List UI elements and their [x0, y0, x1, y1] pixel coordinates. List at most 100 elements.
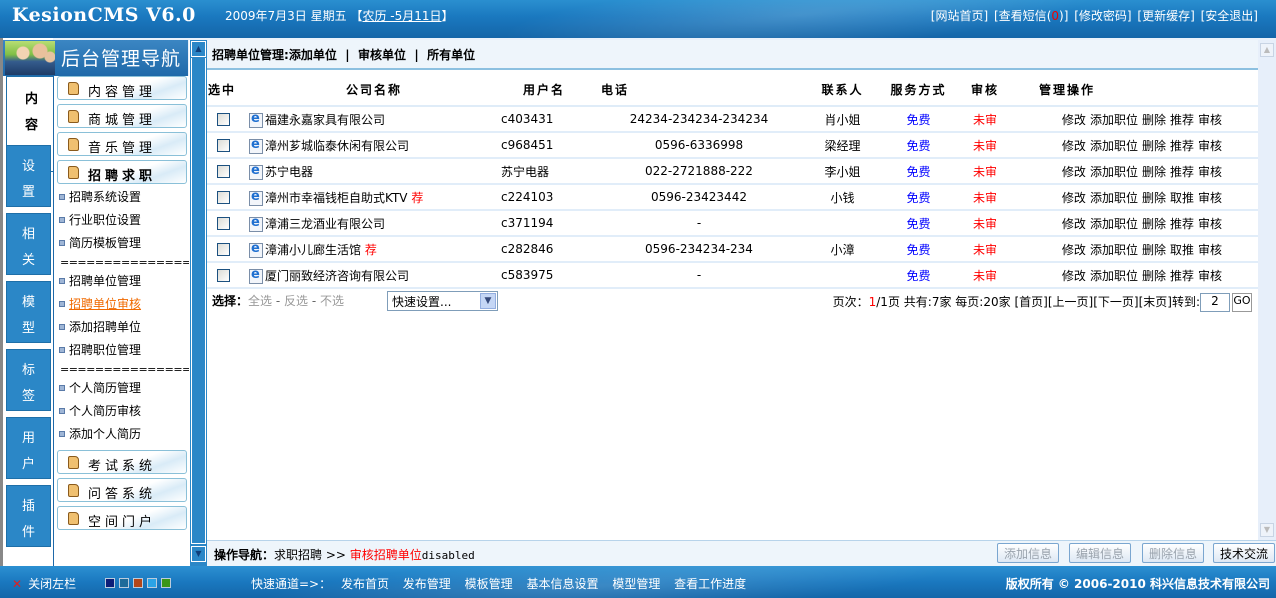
recommend-link[interactable]: 取推: [1170, 243, 1194, 257]
review-link[interactable]: 审核: [1198, 217, 1222, 231]
quick-settings-select[interactable]: 快速设置... ▼: [387, 291, 498, 311]
nav-item-recruit-settings[interactable]: 招聘系统设置: [59, 188, 141, 205]
scroll-down-icon[interactable]: ▼: [191, 546, 206, 562]
site-home-link[interactable]: [网站首页]: [931, 9, 988, 23]
quick-link-model-management[interactable]: 模型管理: [612, 577, 660, 591]
recommend-link[interactable]: 推荐: [1170, 269, 1194, 283]
update-cache-link[interactable]: [更新缓存]: [1137, 9, 1194, 23]
tech-support-button[interactable]: 技术交流: [1213, 543, 1276, 563]
delete-link[interactable]: 删除: [1142, 269, 1166, 283]
recommend-link[interactable]: 推荐: [1170, 165, 1194, 179]
recommend-link[interactable]: 推荐: [1170, 217, 1194, 231]
goto-page-input[interactable]: 2: [1200, 293, 1230, 312]
prev-page-link[interactable]: [上一页]: [1048, 295, 1093, 309]
delete-link[interactable]: 删除: [1142, 191, 1166, 205]
delete-link[interactable]: 删除: [1142, 217, 1166, 231]
go-button[interactable]: GO: [1232, 293, 1252, 312]
quick-link-basic-settings[interactable]: 基本信息设置: [526, 577, 598, 591]
edit-link[interactable]: 修改: [1062, 139, 1086, 153]
menu-shop-management[interactable]: 商城管理: [57, 104, 187, 128]
quick-link-work-progress[interactable]: 查看工作进度: [674, 577, 746, 591]
skin-swatch[interactable]: [147, 578, 157, 588]
add-position-link[interactable]: 添加职位: [1090, 217, 1138, 231]
service-type-link[interactable]: 免费: [906, 217, 930, 231]
row-checkbox[interactable]: [217, 113, 230, 126]
service-type-link[interactable]: 免费: [906, 243, 930, 257]
company-name-link[interactable]: 漳浦三龙酒业有限公司: [265, 217, 385, 231]
review-link[interactable]: 审核: [1198, 113, 1222, 127]
company-name-link[interactable]: 漳州市幸福钱柜自助式KTV: [265, 191, 407, 205]
messages-link[interactable]: [查看短信(0)]: [994, 9, 1068, 23]
menu-recruitment[interactable]: 招聘求职: [57, 160, 187, 184]
company-name-link[interactable]: 苏宁电器: [265, 165, 313, 179]
menu-content-management[interactable]: 内容管理: [57, 76, 187, 100]
review-link[interactable]: 审核: [1198, 165, 1222, 179]
review-link[interactable]: 审核: [1198, 139, 1222, 153]
logout-link[interactable]: [安全退出]: [1201, 9, 1258, 23]
select-all-link[interactable]: 全选: [248, 294, 272, 308]
review-company-link[interactable]: 审核单位: [358, 48, 406, 62]
scroll-up-icon[interactable]: ▲: [191, 41, 206, 57]
company-name-link[interactable]: 厦门丽致经济咨询有限公司: [265, 269, 409, 283]
recommend-link[interactable]: 取推: [1170, 191, 1194, 205]
menu-qa-system[interactable]: 问答系统: [57, 478, 187, 502]
skin-swatch[interactable]: [133, 578, 143, 588]
review-link[interactable]: 审核: [1198, 243, 1222, 257]
edit-info-button[interactable]: 编辑信息: [1069, 543, 1132, 563]
nav-item-company-management[interactable]: 招聘单位管理: [59, 272, 141, 289]
nav-item-resume-review[interactable]: 个人简历审核: [59, 402, 141, 419]
service-type-link[interactable]: 免费: [906, 139, 930, 153]
nav-item-company-review[interactable]: 招聘单位审核: [59, 295, 141, 312]
chevron-down-icon[interactable]: ▼: [480, 293, 496, 309]
add-info-button[interactable]: 添加信息: [997, 543, 1060, 563]
service-type-link[interactable]: 免费: [906, 269, 930, 283]
skin-swatch[interactable]: [105, 578, 115, 588]
lunar-date-link[interactable]: 农历 -5月11日: [362, 9, 441, 23]
tab-users[interactable]: 用户: [6, 417, 51, 479]
next-page-link[interactable]: [下一页]: [1093, 295, 1138, 309]
add-position-link[interactable]: 添加职位: [1090, 269, 1138, 283]
main-scrollbar[interactable]: ▲ ▼: [1258, 40, 1276, 540]
quick-link-template-management[interactable]: 模板管理: [465, 577, 513, 591]
invert-selection-link[interactable]: 反选: [284, 294, 308, 308]
tab-related[interactable]: 相关: [6, 213, 51, 275]
add-position-link[interactable]: 添加职位: [1090, 243, 1138, 257]
company-name-link[interactable]: 福建永嘉家具有限公司: [265, 113, 385, 127]
last-page-link[interactable]: [末页]: [1139, 295, 1172, 309]
add-position-link[interactable]: 添加职位: [1090, 139, 1138, 153]
menu-music-management[interactable]: 音乐管理: [57, 132, 187, 156]
menu-space-portal[interactable]: 空间门户: [57, 506, 187, 530]
tab-models[interactable]: 模型: [6, 281, 51, 343]
tab-plugins[interactable]: 插件: [6, 485, 51, 547]
edit-link[interactable]: 修改: [1062, 165, 1086, 179]
edit-link[interactable]: 修改: [1062, 191, 1086, 205]
quick-link-publish-home[interactable]: 发布首页: [341, 577, 389, 591]
edit-link[interactable]: 修改: [1062, 113, 1086, 127]
delete-link[interactable]: 删除: [1142, 165, 1166, 179]
row-checkbox[interactable]: [217, 217, 230, 230]
nav-item-position-management[interactable]: 招聘职位管理: [59, 341, 141, 358]
nav-item-resume-templates[interactable]: 简历模板管理: [59, 234, 141, 251]
change-password-link[interactable]: [修改密码]: [1074, 9, 1131, 23]
nav-item-add-resume[interactable]: 添加个人简历: [59, 425, 141, 442]
delete-info-button[interactable]: 删除信息: [1142, 543, 1205, 563]
scroll-down-icon[interactable]: ▼: [1260, 523, 1274, 537]
review-link[interactable]: 审核: [1198, 191, 1222, 205]
nav-scrollbar[interactable]: ▲ ▼: [189, 40, 207, 566]
recommend-link[interactable]: 推荐: [1170, 113, 1194, 127]
all-companies-link[interactable]: 所有单位: [427, 48, 475, 62]
row-checkbox[interactable]: [217, 269, 230, 282]
menu-exam-system[interactable]: 考试系统: [57, 450, 187, 474]
tab-settings[interactable]: 设置: [6, 145, 51, 207]
add-position-link[interactable]: 添加职位: [1090, 113, 1138, 127]
nav-item-add-company[interactable]: 添加招聘单位: [59, 318, 141, 335]
service-type-link[interactable]: 免费: [906, 191, 930, 205]
select-none-link[interactable]: 不选: [320, 294, 344, 308]
service-type-link[interactable]: 免费: [906, 113, 930, 127]
company-name-link[interactable]: 漳州芗城临泰休闲有限公司: [265, 139, 409, 153]
nav-item-resume-management[interactable]: 个人简历管理: [59, 379, 141, 396]
edit-link[interactable]: 修改: [1062, 269, 1086, 283]
company-name-link[interactable]: 漳浦小儿廊生活馆: [265, 243, 361, 257]
add-position-link[interactable]: 添加职位: [1090, 165, 1138, 179]
row-checkbox[interactable]: [217, 243, 230, 256]
